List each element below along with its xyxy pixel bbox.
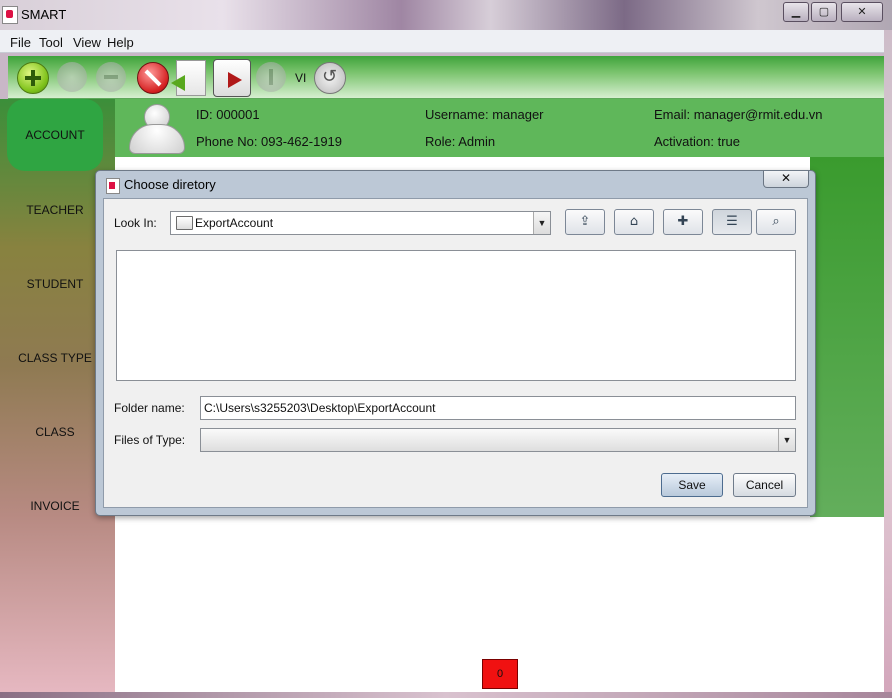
desktop-background bbox=[884, 30, 892, 698]
folder-name-label: Folder name: bbox=[114, 401, 185, 415]
menu-tool[interactable]: Tool bbox=[39, 35, 63, 50]
menu-file[interactable]: File bbox=[10, 35, 31, 50]
background-panel bbox=[810, 157, 884, 517]
info-icon[interactable] bbox=[256, 62, 286, 92]
desktop-background-bottom bbox=[0, 692, 892, 698]
main-toolbar: VI bbox=[8, 56, 884, 99]
cancel-button[interactable]: Cancel bbox=[733, 473, 796, 497]
account-id: ID: 000001 bbox=[196, 107, 260, 122]
sidebar-item-invoice[interactable]: INVOICE bbox=[0, 499, 110, 513]
folder-name-input[interactable]: C:\Users\s3255203\Desktop\ExportAccount bbox=[200, 396, 796, 420]
export-icon[interactable] bbox=[213, 59, 251, 97]
menubar: File Tool View Help bbox=[0, 30, 884, 53]
user-avatar-icon bbox=[127, 104, 185, 154]
choose-directory-dialog: Choose diretory ✕ Look In: ExportAccount… bbox=[95, 170, 816, 516]
remove-icon[interactable] bbox=[96, 62, 126, 92]
account-email: Email: manager@rmit.edu.vn bbox=[654, 107, 823, 122]
sidebar-item-student[interactable]: STUDENT bbox=[0, 277, 110, 291]
account-username: Username: manager bbox=[425, 107, 544, 122]
java-dialog-icon bbox=[106, 178, 120, 194]
settings-icon[interactable] bbox=[57, 62, 87, 92]
list-view-icon[interactable]: ☰ bbox=[712, 209, 752, 235]
account-phone: Phone No: 093-462-1919 bbox=[196, 134, 343, 149]
window-titlebar: SMART ▁ ▢ ✕ bbox=[0, 0, 892, 30]
new-folder-icon[interactable]: ✚ bbox=[663, 209, 703, 235]
sidebar-item-class[interactable]: CLASS bbox=[0, 425, 110, 439]
sidebar-item-account[interactable]: ACCOUNT bbox=[7, 99, 103, 171]
status-counter-badge: 0 bbox=[482, 659, 518, 689]
sidebar-item-class-type[interactable]: CLASS TYPE bbox=[0, 351, 110, 365]
maximize-button[interactable]: ▢ bbox=[811, 2, 837, 22]
language-toggle[interactable]: VI bbox=[295, 71, 306, 85]
menu-view[interactable]: View bbox=[73, 35, 101, 50]
window-title: SMART bbox=[21, 7, 67, 22]
home-icon[interactable]: ⌂ bbox=[614, 209, 654, 235]
account-activation: Activation: true bbox=[654, 134, 740, 149]
files-of-type-combo[interactable]: ▼ bbox=[200, 428, 796, 452]
up-one-level-icon[interactable]: ⇪ bbox=[565, 209, 605, 235]
file-list[interactable] bbox=[116, 250, 796, 381]
folder-name-value: C:\Users\s3255203\Desktop\ExportAccount bbox=[204, 401, 436, 415]
java-app-icon bbox=[2, 6, 18, 24]
add-icon[interactable] bbox=[17, 62, 49, 94]
account-role: Role: Admin bbox=[425, 134, 496, 149]
dialog-close-button[interactable]: ✕ bbox=[763, 171, 809, 188]
look-in-label: Look In: bbox=[114, 216, 157, 230]
dialog-title: Choose diretory bbox=[124, 177, 216, 192]
look-in-value: ExportAccount bbox=[195, 216, 274, 230]
files-of-type-label: Files of Type: bbox=[114, 433, 186, 447]
dialog-body: Look In: ExportAccount ▼ ⇪ ⌂ ✚ ☰ ⌕ Folde… bbox=[103, 198, 808, 508]
import-icon[interactable] bbox=[171, 60, 206, 96]
look-in-combo[interactable]: ExportAccount ▼ bbox=[170, 211, 551, 235]
deactivate-icon[interactable] bbox=[137, 62, 169, 94]
sidebar-item-teacher[interactable]: TEACHER bbox=[0, 203, 110, 217]
chevron-down-icon[interactable]: ▼ bbox=[533, 212, 550, 234]
chevron-down-icon[interactable]: ▼ bbox=[778, 429, 795, 451]
refresh-icon[interactable] bbox=[314, 62, 346, 94]
close-button[interactable]: ✕ bbox=[841, 2, 883, 22]
details-view-icon[interactable]: ⌕ bbox=[756, 209, 796, 235]
menu-help[interactable]: Help bbox=[107, 35, 134, 50]
minimize-button[interactable]: ▁ bbox=[783, 2, 809, 22]
folder-icon bbox=[176, 216, 193, 230]
save-button[interactable]: Save bbox=[661, 473, 723, 497]
